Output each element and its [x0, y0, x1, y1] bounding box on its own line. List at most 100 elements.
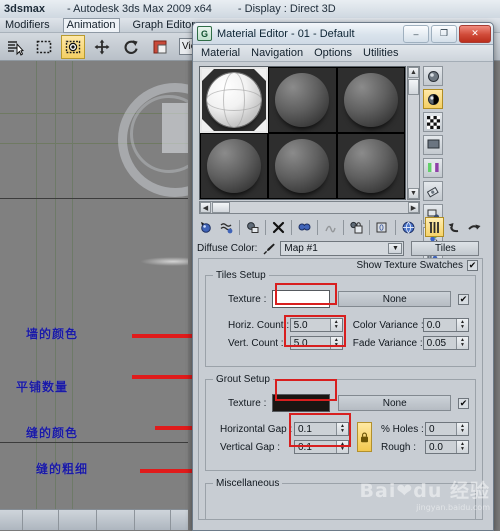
max-title-bar: 3dsmax - Autodesk 3ds Max 2009 x64 - Dis…	[0, 0, 500, 19]
assign-material-to-selection-icon[interactable]	[243, 217, 262, 237]
select-and-scale-button[interactable]	[148, 35, 172, 59]
fade-variance-label: Fade Variance :	[352, 337, 423, 349]
baidu-watermark: Bai❤du 经验 jingyan.baidu.com	[360, 476, 490, 512]
percent-holes-field[interactable]: 0 ▲ ▼	[425, 422, 469, 436]
watermark-sub: jingyan.baidu.com	[416, 503, 490, 512]
spinner-arrows-icon[interactable]: ▲ ▼	[336, 441, 348, 453]
color-variance-field[interactable]: 0.0 ▲ ▼	[422, 318, 469, 332]
menu-item-modifiers[interactable]: Modifiers	[2, 19, 53, 32]
get-material-icon[interactable]	[197, 217, 216, 237]
show-map-in-viewport-icon[interactable]	[399, 217, 418, 237]
horizontal-gap-value: 0.1	[298, 423, 312, 435]
material-slot-2[interactable]	[268, 67, 337, 133]
put-material-to-scene-icon[interactable]	[217, 217, 236, 237]
percent-holes-value: 0	[429, 423, 435, 435]
fade-variance-field[interactable]: 0.05 ▲ ▼	[422, 336, 469, 350]
put-to-library-icon[interactable]	[347, 217, 366, 237]
horiz-count-field[interactable]: 5.0 ▲ ▼	[289, 318, 343, 332]
material-editor-menu-bar: Material Navigation Options Utilities	[193, 45, 493, 62]
spinner-arrows-icon[interactable]: ▲ ▼	[336, 423, 348, 435]
vert-count-field[interactable]: 5.0 ▲ ▼	[289, 336, 343, 350]
make-unique-icon[interactable]	[321, 217, 340, 237]
reset-map-icon[interactable]	[269, 217, 288, 237]
spinner-arrows-icon[interactable]: ▲ ▼	[456, 319, 468, 331]
map-name-combo[interactable]: Map #1 ▼	[280, 240, 405, 256]
menu-item-navigation[interactable]: Navigation	[251, 47, 303, 59]
spinner-arrows-icon[interactable]: ▲ ▼	[456, 441, 468, 453]
grout-setup-group: Grout Setup Texture : None ✔ Horizontal …	[205, 374, 476, 471]
maximize-button[interactable]: ❐	[431, 24, 457, 43]
show-end-result-icon[interactable]	[425, 217, 444, 237]
make-preview-icon[interactable]	[423, 181, 443, 201]
viewport-status-strip	[0, 509, 188, 530]
material-editor-app-icon: G	[197, 26, 212, 41]
minimize-button[interactable]: –	[403, 24, 429, 43]
tiles-texture-enable-checkbox[interactable]: ✔	[458, 293, 469, 305]
spinner-arrows-icon[interactable]: ▲ ▼	[329, 337, 342, 349]
sample-sphere	[207, 139, 262, 193]
spinner-arrows-icon[interactable]: ▲ ▼	[456, 337, 468, 349]
sample-uv-tiling-icon[interactable]	[423, 135, 443, 155]
gap-lock-button[interactable]	[357, 422, 372, 452]
slots-vertical-scrollbar[interactable]: ▲ ▼	[407, 66, 420, 200]
scroll-down-icon[interactable]: ▼	[408, 188, 419, 199]
horiz-count-value: 5.0	[293, 319, 308, 331]
viewport-logo-bar	[162, 103, 188, 153]
material-slot-1[interactable]	[200, 67, 269, 133]
select-object-button[interactable]	[32, 35, 56, 59]
show-texture-swatches-checkbox[interactable]: ✔	[467, 260, 478, 271]
map-type-button[interactable]: Tiles	[411, 240, 480, 256]
grout-texture-enable-checkbox[interactable]: ✔	[458, 397, 469, 409]
grid-axis-line	[0, 442, 188, 443]
max-title-display: - Display : Direct 3D	[237, 3, 336, 15]
rough-field[interactable]: 0.0 ▲ ▼	[425, 440, 469, 454]
material-editor-title-bar[interactable]: G Material Editor - 01 - Default – ❐ ✕	[193, 23, 493, 45]
annotation-wall-color: 墙的颜色	[26, 327, 79, 341]
slots-horizontal-scrollbar[interactable]: ◀ ▶	[199, 201, 420, 214]
material-slot-6[interactable]	[336, 133, 405, 199]
vertical-gap-value: 0.1	[298, 441, 312, 453]
spinner-arrows-icon[interactable]: ▲ ▼	[456, 423, 468, 435]
horizontal-gap-label: Horizontal Gap :	[220, 423, 293, 435]
go-to-parent-icon[interactable]	[445, 217, 464, 237]
tiles-texture-swatch[interactable]	[272, 290, 331, 308]
grout-texture-none-button[interactable]: None	[338, 395, 451, 411]
scrollbar-thumb[interactable]	[212, 202, 230, 213]
make-material-copy-icon[interactable]	[295, 217, 314, 237]
close-button[interactable]: ✕	[459, 24, 491, 43]
backlight-icon[interactable]	[423, 89, 443, 109]
menu-item-utilities[interactable]: Utilities	[363, 47, 398, 59]
material-slot-4[interactable]	[200, 133, 269, 199]
annotation-grout-color: 缝的颜色	[26, 426, 79, 440]
material-effects-channel-icon[interactable]: 0	[373, 217, 392, 237]
tiles-texture-none-button[interactable]: None	[338, 291, 451, 307]
spinner-arrows-icon[interactable]: ▲ ▼	[329, 319, 342, 331]
select-and-move-toggle-button[interactable]	[61, 34, 85, 59]
background-checker-icon[interactable]	[423, 112, 443, 132]
material-slot-5[interactable]	[268, 133, 337, 199]
scroll-right-icon[interactable]: ▶	[408, 202, 419, 213]
select-by-name-button[interactable]	[3, 35, 27, 59]
menu-item-options[interactable]: Options	[314, 47, 352, 59]
scroll-up-icon[interactable]: ▲	[408, 67, 419, 78]
menu-item-animation[interactable]: Animation	[62, 17, 120, 33]
sample-sphere	[275, 139, 330, 193]
video-color-check-icon[interactable]	[423, 158, 443, 178]
eyedropper-icon[interactable]	[263, 242, 276, 255]
grout-texture-swatch[interactable]	[272, 394, 331, 412]
menu-item-material[interactable]: Material	[201, 47, 240, 59]
material-slot-3[interactable]	[336, 67, 405, 133]
scrollbar-thumb[interactable]	[408, 79, 419, 95]
tiles-setup-group: Tiles Setup Texture : None ✔ Horiz. Coun…	[205, 270, 476, 367]
horizontal-gap-field[interactable]: 0.1 ▲ ▼	[294, 422, 349, 436]
select-and-rotate-button[interactable]	[119, 35, 143, 59]
chevron-down-icon[interactable]: ▼	[388, 242, 403, 254]
material-editor-tool-row: 0	[197, 217, 489, 237]
viewport[interactable]: 墙的颜色 平铺数量 缝的颜色 缝的粗细	[0, 61, 188, 509]
annotation-tile-count: 平铺数量	[16, 380, 69, 394]
go-forward-to-sibling-icon[interactable]	[465, 217, 484, 237]
vertical-gap-field[interactable]: 0.1 ▲ ▼	[294, 440, 349, 454]
scroll-left-icon[interactable]: ◀	[200, 202, 211, 213]
select-and-move-button[interactable]	[90, 35, 114, 59]
sample-type-icon[interactable]	[423, 66, 443, 86]
